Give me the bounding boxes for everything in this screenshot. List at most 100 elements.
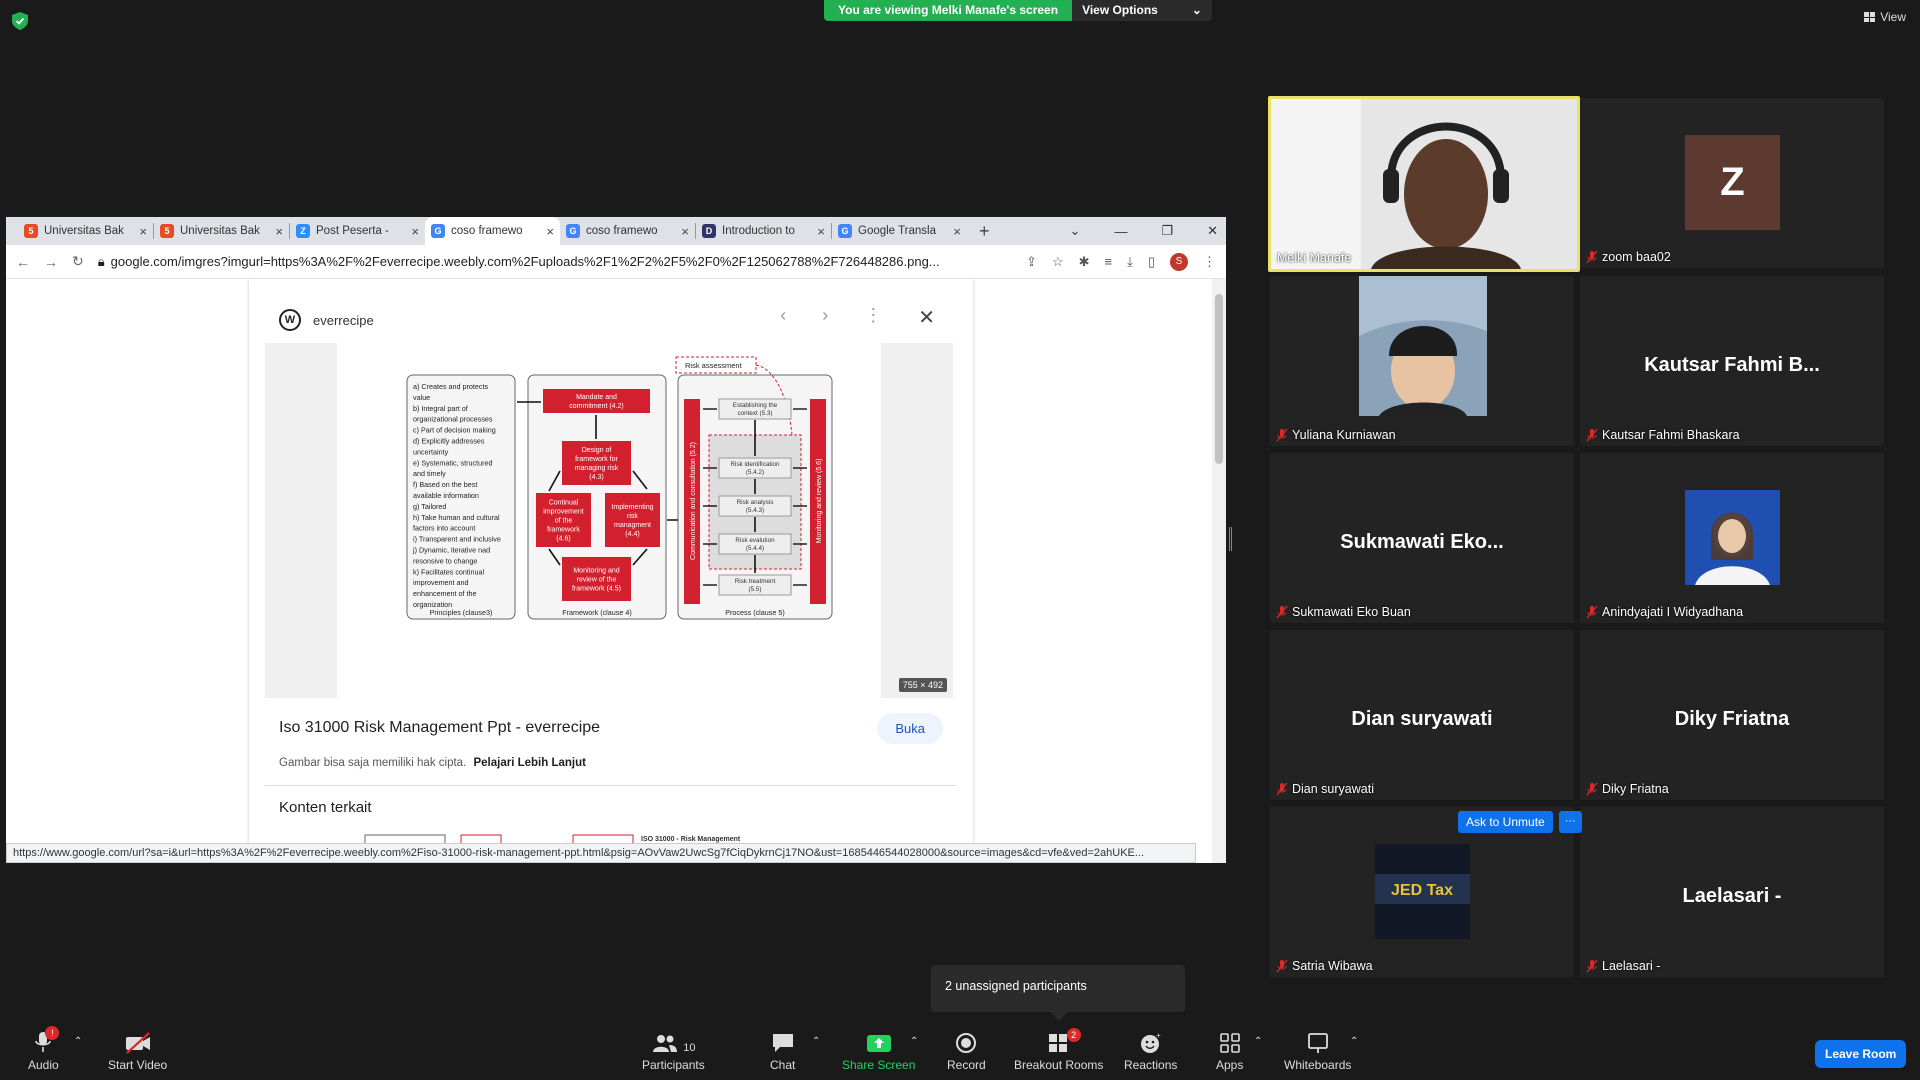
restore-icon[interactable]: ❐ [1161, 223, 1173, 239]
browser-tab[interactable]: 5 Universitas Bak × [18, 217, 153, 245]
participant-tile[interactable]: Zzoom baa02 [1580, 98, 1884, 268]
participant-tile[interactable]: Anindyajati I Widyadhana [1580, 453, 1884, 623]
address-bar[interactable]: 🔒︎ google.com/imgres?imgurl=https%3A%2F%… [98, 254, 1012, 270]
browser-tab[interactable]: G coso framewo × [560, 217, 695, 245]
participants-button[interactable]: 10 Participants [642, 1030, 705, 1072]
side-panel-icon[interactable]: ▯ [1148, 254, 1155, 270]
leave-room-button[interactable]: Leave Room [1815, 1040, 1907, 1068]
view-button[interactable]: View [1864, 10, 1906, 24]
next-icon[interactable]: › [822, 305, 828, 330]
browser-tab[interactable]: Z Post Peserta - × [290, 217, 425, 245]
close-window-icon[interactable]: ✕ [1207, 223, 1218, 239]
chat-options-caret-icon[interactable]: ⌃ [812, 1036, 820, 1047]
preview-image[interactable]: a) Creates and protects value b) Integral … [265, 343, 953, 698]
close-tab-icon[interactable]: × [139, 224, 147, 239]
participant-name: Yuliana Kurniawan [1292, 428, 1396, 442]
close-tab-icon[interactable]: × [546, 224, 554, 239]
page-scrollbar[interactable] [1212, 279, 1226, 863]
scrollbar-thumb[interactable] [1215, 294, 1223, 464]
resize-splitter[interactable] [1229, 527, 1232, 551]
audio-label: Audio [28, 1058, 59, 1072]
participant-name: zoom baa02 [1602, 250, 1671, 264]
diagram-text: h) Take human and cultural [413, 513, 500, 522]
close-tab-icon[interactable]: × [275, 224, 283, 239]
media-icon[interactable]: ≡ [1105, 254, 1113, 269]
muted-microphone-icon [1586, 250, 1598, 264]
reload-icon[interactable]: ↻ [72, 253, 84, 270]
new-tab-icon[interactable]: + [979, 221, 990, 242]
download-icon[interactable]: ⤓ [1127, 254, 1133, 270]
profile-avatar[interactable]: S [1170, 252, 1188, 271]
audio-options-caret-icon[interactable]: ⌃ [74, 1036, 82, 1047]
panel-navigation: ‹ › ⋮ ✕ [780, 305, 935, 330]
process-step-text: Establishing the [733, 402, 778, 409]
reactions-button[interactable]: + Reactions [1124, 1030, 1177, 1072]
browser-tab[interactable]: G coso framewo × [425, 217, 560, 245]
unassigned-participants-popup[interactable]: 2 unassigned participants [931, 965, 1185, 1012]
participant-tile[interactable]: Diky Friatna Diky Friatna [1580, 630, 1884, 800]
view-options-button[interactable]: View Options ⌄ [1072, 0, 1212, 21]
participants-count: 10 [683, 1042, 696, 1054]
browser-tab[interactable]: G Google Transla × [832, 217, 967, 245]
whiteboard-icon [1306, 1030, 1330, 1054]
participant-tile[interactable]: Yuliana Kurniawan [1270, 276, 1574, 446]
more-options-icon[interactable]: ⋮ [864, 305, 882, 330]
risk-assessment-text: Risk assessment [685, 361, 743, 370]
process-step-text: (5.4.3) [746, 507, 764, 514]
ask-to-unmute-button[interactable]: Ask to Unmute [1458, 811, 1553, 833]
participant-name-label: Dian suryawati [1276, 782, 1374, 796]
diagram-text: i) Transparent and inclusive [413, 535, 501, 544]
participant-tile[interactable]: Dian suryawati Dian suryawati [1270, 630, 1574, 800]
more-options-button[interactable]: ··· [1558, 811, 1582, 833]
red-box-text: (4.3) [589, 474, 603, 481]
extensions-icon[interactable]: ✱ [1079, 254, 1090, 270]
apps-options-caret-icon[interactable]: ⌃ [1254, 1036, 1262, 1047]
open-button[interactable]: Buka [877, 713, 943, 744]
diagram-text: f) Based on the best [413, 480, 477, 489]
participant-name-label: Kautsar Fahmi Bhaskara [1586, 428, 1740, 442]
toolbar-actions: ⇪ ☆ ✱ ≡ ⤓ ▯ S ⋮ [1026, 252, 1216, 271]
previous-icon[interactable]: ‹ [780, 305, 786, 330]
record-button[interactable]: Record [947, 1030, 986, 1072]
whiteboard-options-caret-icon[interactable]: ⌃ [1350, 1036, 1358, 1047]
forward-icon[interactable]: → [44, 254, 58, 270]
minimize-icon[interactable]: — [1114, 224, 1127, 239]
audio-button[interactable]: ! Audio [28, 1026, 60, 1072]
html5-icon: 5 [160, 224, 174, 238]
chat-button[interactable]: Chat [770, 1030, 795, 1072]
browser-tab[interactable]: D Introduction to × [696, 217, 831, 245]
close-tab-icon[interactable]: × [817, 224, 825, 239]
tab-search-icon[interactable]: ⌄ [1070, 223, 1081, 239]
apps-button[interactable]: Apps [1216, 1030, 1243, 1072]
share-options-caret-icon[interactable]: ⌃ [910, 1036, 918, 1047]
learn-more-link[interactable]: Pelajari Lebih Lanjut [473, 757, 585, 769]
close-icon[interactable]: ✕ [918, 305, 935, 330]
clause-label: Principles (clause3) [430, 608, 493, 617]
red-box-text: (4.4) [625, 531, 639, 538]
start-video-button[interactable]: Start Video [108, 1030, 167, 1072]
breakout-rooms-button[interactable]: 2 Breakout Rooms [1014, 1028, 1103, 1072]
close-tab-icon[interactable]: × [411, 224, 419, 239]
diagram-text: and timely [413, 469, 446, 478]
menu-icon[interactable]: ⋮ [1203, 254, 1216, 270]
share-icon[interactable]: ⇪ [1026, 254, 1037, 270]
share-screen-button[interactable]: Share Screen [842, 1030, 915, 1072]
participant-tile[interactable]: Melki Manafe [1268, 96, 1580, 272]
bookmark-star-icon[interactable]: ☆ [1052, 254, 1064, 270]
whiteboards-button[interactable]: Whiteboards [1284, 1030, 1351, 1072]
close-tab-icon[interactable]: × [681, 224, 689, 239]
source-site[interactable]: W everrecipe [279, 309, 374, 331]
participant-tile[interactable]: Kautsar Fahmi B... Kautsar Fahmi Bhaskara [1580, 276, 1884, 446]
browser-tab[interactable]: 5 Universitas Bak × [154, 217, 289, 245]
image-title[interactable]: Iso 31000 Risk Management Ppt - everreci… [279, 719, 600, 737]
html5-icon: 5 [24, 224, 38, 238]
participant-name-label: Sukmawati Eko Buan [1276, 605, 1411, 619]
close-tab-icon[interactable]: × [953, 224, 961, 239]
participant-tile[interactable]: Sukmawati Eko... Sukmawati Eko Buan [1270, 453, 1574, 623]
muted-microphone-icon [1586, 605, 1598, 619]
back-icon[interactable]: ← [16, 254, 30, 270]
diagram-text: c) Part of decision making [413, 426, 496, 435]
security-shield-icon[interactable] [12, 12, 28, 30]
avatar [1685, 490, 1780, 585]
participant-tile[interactable]: Laelasari - Laelasari - [1580, 807, 1884, 977]
